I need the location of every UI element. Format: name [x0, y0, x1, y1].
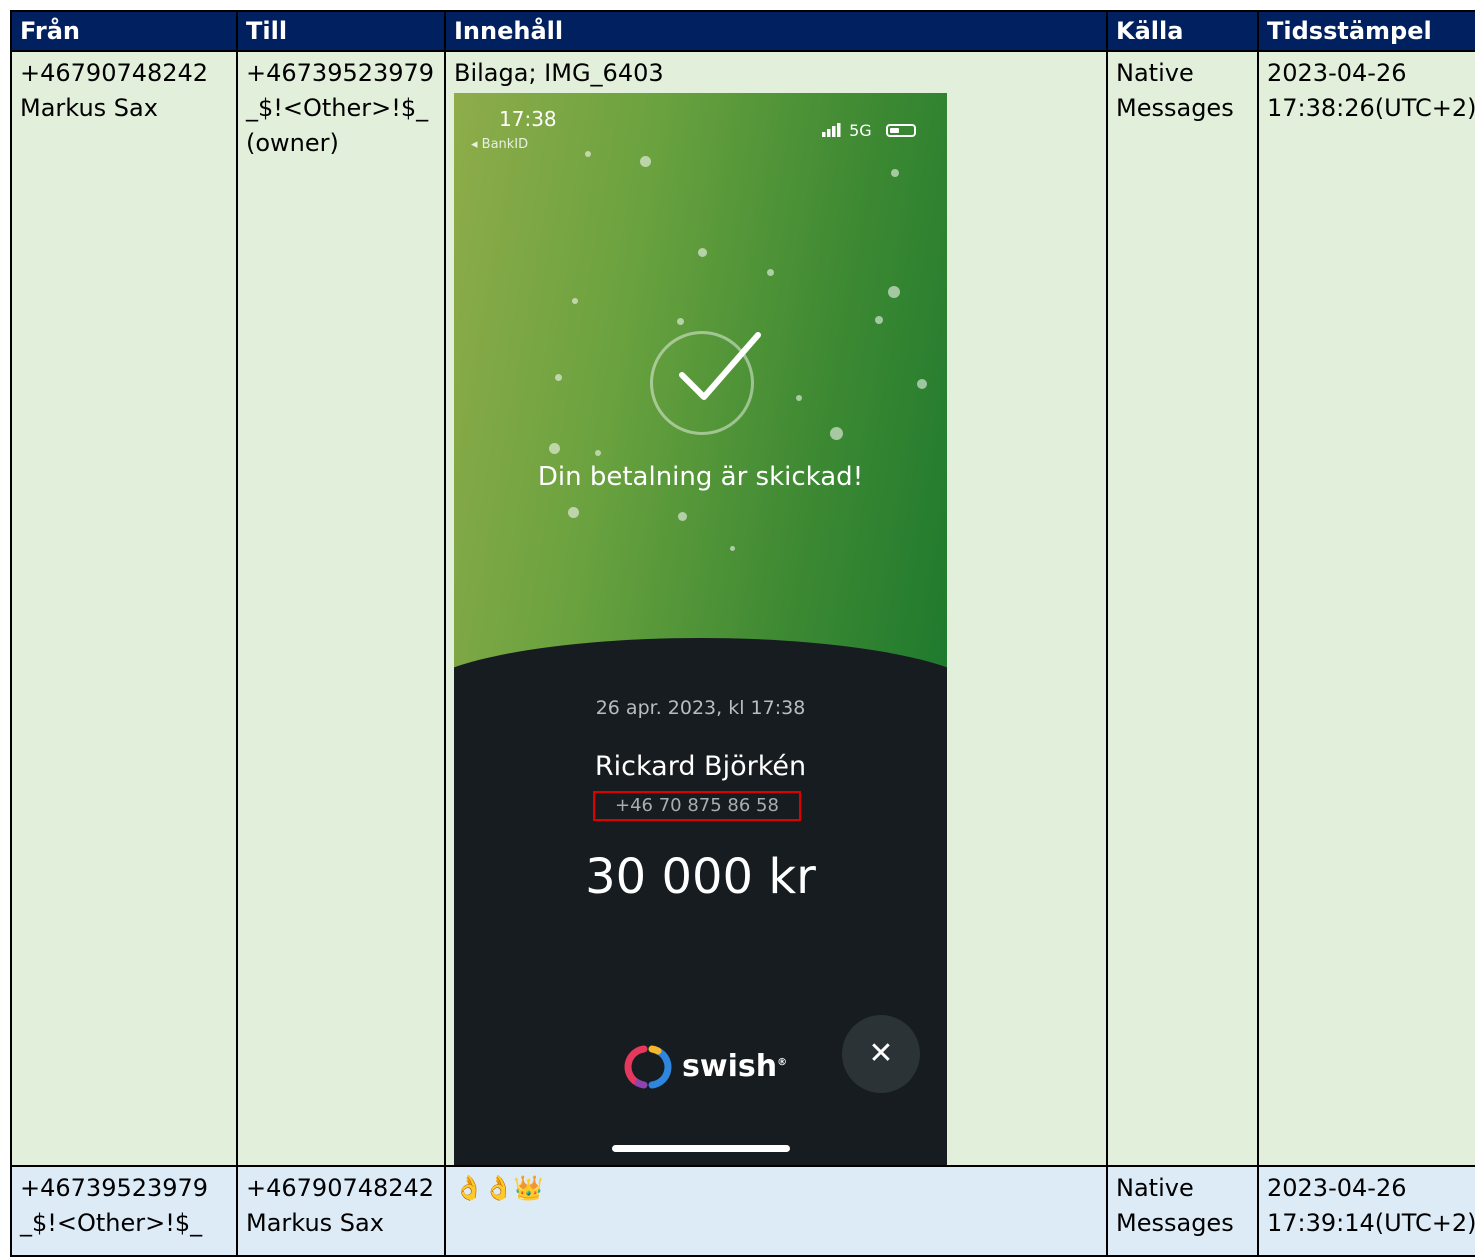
cell-content: Bilaga; IMG_6403 17:38 ◂ BankID 5G Din b…: [444, 50, 1108, 1167]
back-to-bankid-link[interactable]: ◂ BankID: [471, 137, 528, 153]
network-indicator: 5G: [822, 121, 872, 141]
snow-dot: [830, 427, 843, 440]
snow-dot: [917, 379, 927, 389]
battery-icon: [886, 124, 916, 137]
checkmark-icon: [679, 332, 761, 400]
close-icon: ✕: [868, 1036, 894, 1071]
snow-dot: [677, 318, 684, 325]
payment-date: 26 apr. 2023, kl 17:38: [595, 697, 806, 719]
close-button[interactable]: ✕: [842, 1015, 920, 1093]
payment-sent-message: Din betalning är skickad!: [537, 462, 864, 492]
status-bar-time: 17:38: [499, 107, 557, 131]
message-report-table: Från Till Innehåll Källa Tidsstämpel +46…: [10, 10, 1475, 1257]
cell-to: +46790748242 Markus Sax: [236, 1165, 446, 1257]
attachment-image-swish-receipt: 17:38 ◂ BankID 5G Din betalning är skick…: [454, 93, 947, 1164]
cell-source: Native Messages: [1106, 50, 1259, 1167]
snow-dot: [640, 156, 651, 167]
header-from: Från: [10, 10, 238, 52]
snow-dot: [698, 248, 707, 257]
snow-dot: [875, 316, 883, 324]
snow-dot: [678, 512, 687, 521]
cell-from: +46739523979 _$!<Other>!$_: [10, 1165, 238, 1257]
header-row: Från Till Innehåll Källa Tidsstämpel: [10, 10, 1475, 52]
snow-dot: [555, 374, 562, 381]
snow-dot: [730, 546, 735, 551]
cell-timestamp: 2023-04-26 17:39:14(UTC+2): [1257, 1165, 1475, 1257]
table-row: +46790748242 Markus Sax +46739523979 _$!…: [10, 50, 1475, 1167]
snow-dot: [568, 507, 579, 518]
header-to: Till: [236, 10, 446, 52]
attachment-label: Bilaga; IMG_6403: [454, 59, 664, 87]
network-type: 5G: [849, 121, 872, 140]
swish-logo-icon: [624, 1045, 672, 1089]
cell-content: 👌👌👑: [444, 1165, 1108, 1257]
cell-source: Native Messages: [1106, 1165, 1259, 1257]
cell-from: +46790748242 Markus Sax: [10, 50, 238, 1167]
cell-to: +46739523979 _$!<Other>!$_ (owner): [236, 50, 446, 1167]
snow-dot: [585, 151, 591, 157]
home-indicator: [612, 1145, 790, 1152]
payment-amount: 30 000 kr: [585, 849, 816, 905]
snow-dot: [796, 395, 802, 401]
payee-name: Rickard Björkén: [594, 751, 807, 782]
snow-dot: [572, 298, 578, 304]
header-source: Källa: [1106, 10, 1259, 52]
cell-timestamp: 2023-04-26 17:38:26(UTC+2): [1257, 50, 1475, 1167]
header-timestamp: Tidsstämpel: [1257, 10, 1475, 52]
snow-dot: [767, 269, 774, 276]
snow-dot: [888, 286, 900, 298]
signal-bars-icon: [822, 123, 841, 137]
snow-dot: [891, 169, 899, 177]
snow-dot: [595, 450, 601, 456]
payee-phone-highlighted: +46 70 875 86 58: [593, 791, 801, 821]
header-content: Innehåll: [444, 10, 1108, 52]
snow-dot: [549, 443, 560, 454]
swish-wordmark: swish®: [682, 1049, 788, 1084]
table-row: +46739523979 _$!<Other>!$_ +46790748242 …: [10, 1165, 1475, 1257]
